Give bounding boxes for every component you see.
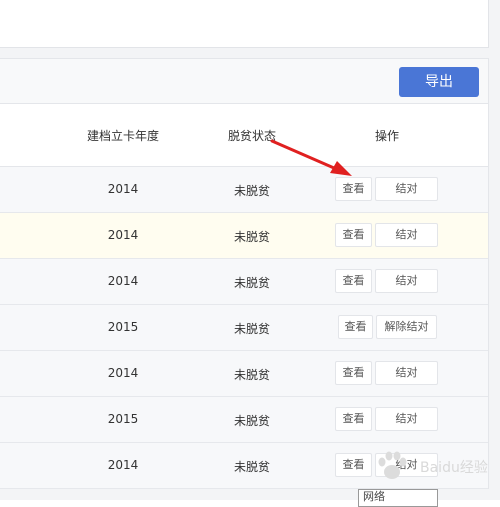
export-button[interactable]: 导出 (399, 67, 479, 97)
pair-button[interactable]: 结对 (375, 453, 438, 477)
table-row: 2014 未脱贫 查看 结对 (0, 213, 488, 259)
data-table: 建档立卡年度 脱贫状态 操作 2014 未脱贫 查看 结对 2014 未脱贫 查… (0, 103, 489, 489)
table-row: 2015 未脱贫 查看 解除结对 (0, 305, 488, 351)
view-button[interactable]: 查看 (335, 361, 372, 385)
table-row: 2014 未脱贫 查看 结对 (0, 443, 488, 489)
header-year: 建档立卡年度 (86, 129, 160, 143)
header-status: 脱贫状态 (227, 129, 277, 143)
table-row: 2014 未脱贫 查看 结对 (0, 167, 488, 213)
view-button[interactable]: 查看 (335, 269, 372, 293)
toolbar: 导出 (0, 58, 489, 104)
cell-status: 未脱贫 (233, 460, 271, 474)
table-row: 2015 未脱贫 查看 结对 (0, 397, 488, 443)
cell-status: 未脱贫 (233, 414, 271, 428)
cell-year: 2014 (107, 458, 139, 472)
table-row: 2014 未脱贫 查看 结对 (0, 351, 488, 397)
cell-status: 未脱贫 (233, 368, 271, 382)
pair-button[interactable]: 结对 (375, 361, 438, 385)
pair-button[interactable]: 结对 (375, 407, 438, 431)
cell-year: 2014 (107, 182, 139, 196)
unpair-button[interactable]: 解除结对 (376, 315, 437, 339)
cell-status: 未脱贫 (233, 322, 271, 336)
header-operations: 操作 (374, 129, 400, 143)
table-row: 2014 未脱贫 查看 结对 (0, 259, 488, 305)
view-button[interactable]: 查看 (335, 177, 372, 201)
pair-button[interactable]: 结对 (375, 223, 438, 247)
pair-button[interactable]: 结对 (375, 177, 438, 201)
cell-status: 未脱贫 (233, 230, 271, 244)
view-button[interactable]: 查看 (335, 407, 372, 431)
bottom-dropdown[interactable]: 网络 (358, 489, 438, 507)
cell-year: 2015 (107, 320, 139, 334)
view-button[interactable]: 查看 (338, 315, 373, 339)
cell-status: 未脱贫 (233, 276, 271, 290)
cell-year: 2014 (107, 366, 139, 380)
view-button[interactable]: 查看 (335, 453, 372, 477)
cell-year: 2014 (107, 274, 139, 288)
top-panel (0, 0, 489, 48)
pair-button[interactable]: 结对 (375, 269, 438, 293)
table-header: 建档立卡年度 脱贫状态 操作 (0, 103, 488, 167)
cell-year: 2015 (107, 412, 139, 426)
cell-status: 未脱贫 (233, 184, 271, 198)
cell-year: 2014 (107, 228, 139, 242)
view-button[interactable]: 查看 (335, 223, 372, 247)
page-gutter (490, 0, 500, 500)
